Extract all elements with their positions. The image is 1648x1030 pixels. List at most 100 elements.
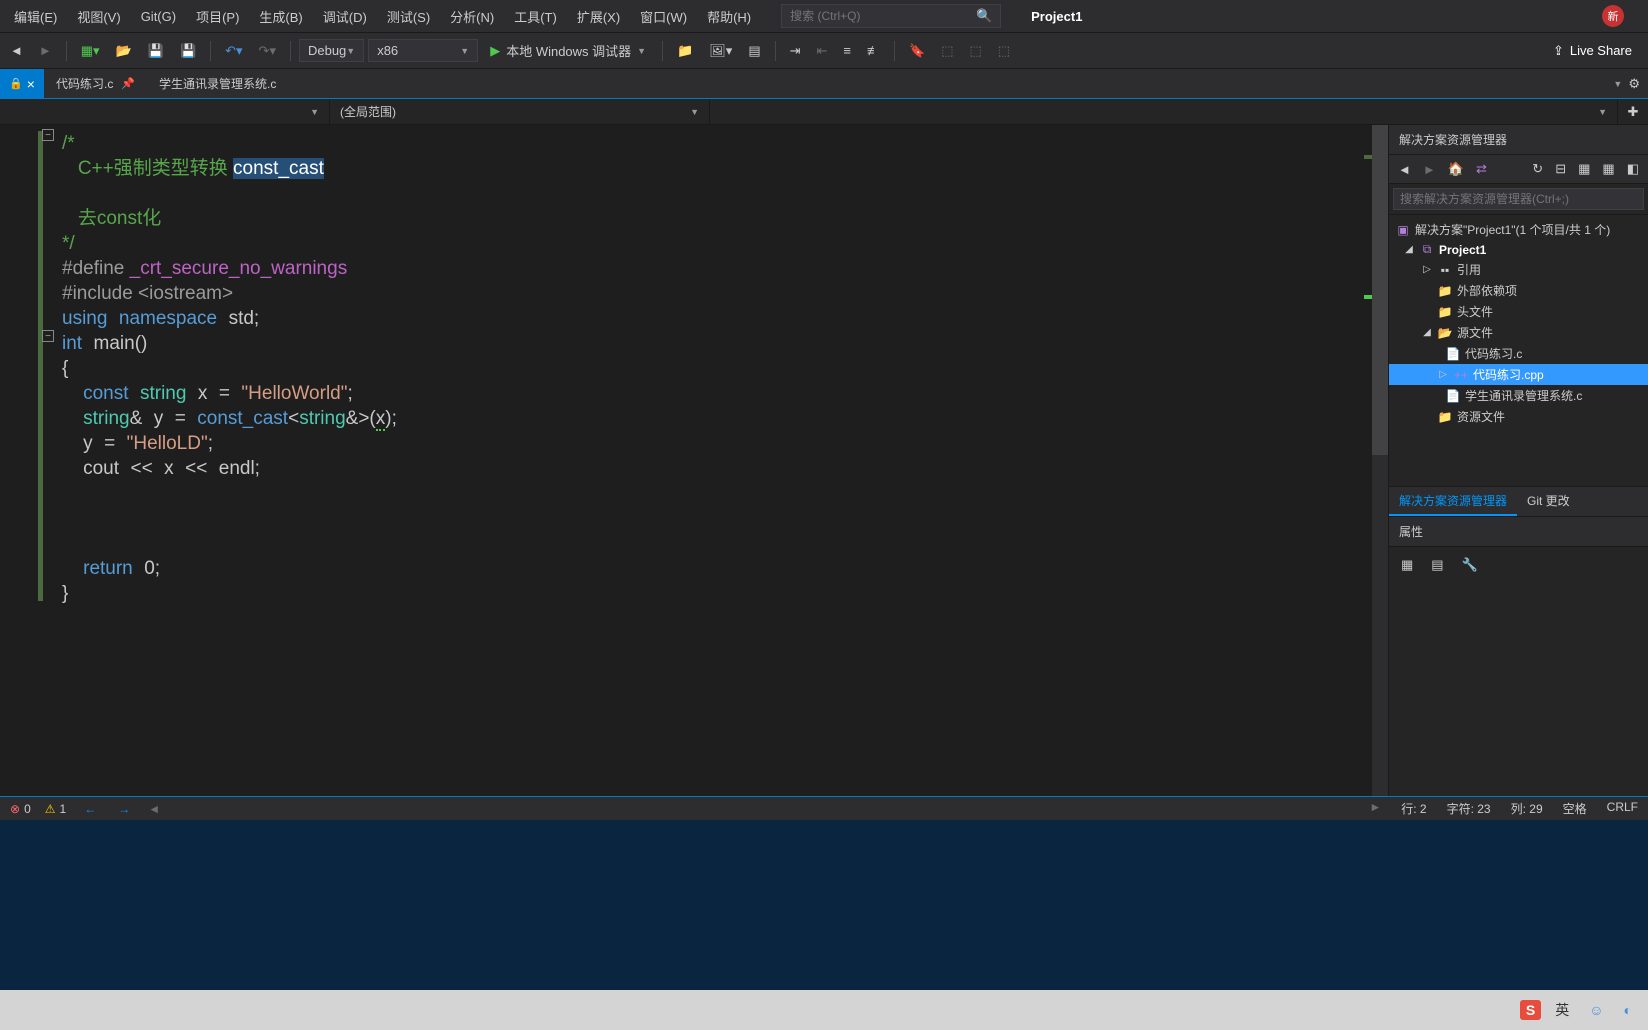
tool-icon-2[interactable]: 🖼▾	[703, 39, 738, 63]
menu-tools[interactable]: 工具(T)	[504, 1, 567, 32]
code-editor[interactable]: − − /* C++强制类型转换 const_cast 去const化 */ #…	[0, 125, 1388, 796]
status-col[interactable]: 列: 29	[1511, 800, 1543, 817]
alpha-icon[interactable]: ▤	[1425, 553, 1449, 577]
tab-git-changes[interactable]: Git 更改	[1517, 487, 1580, 516]
nav-scope-1[interactable]: ▼	[0, 99, 330, 124]
expand-arrow-icon[interactable]: ◢	[1421, 327, 1433, 338]
code-content[interactable]: /* C++强制类型转换 const_cast 去const化 */ #defi…	[56, 125, 1372, 796]
tree-references[interactable]: ▷ ▪▪ 引用	[1389, 259, 1648, 280]
menu-edit[interactable]: 编辑(E)	[4, 1, 67, 32]
menu-project[interactable]: 项目(P)	[186, 1, 249, 32]
ime-lang[interactable]: 英	[1549, 998, 1575, 1022]
tree-project[interactable]: ◢ ⧉ Project1	[1389, 240, 1648, 259]
menu-analyze[interactable]: 分析(N)	[440, 1, 504, 32]
forward-button[interactable]: ►	[33, 39, 58, 62]
uncomment-button[interactable]: ≢	[861, 39, 886, 62]
explorer-search-input[interactable]	[1393, 188, 1644, 210]
bookmark-button[interactable]: 🔖	[903, 39, 931, 63]
status-indent[interactable]: 空格	[1563, 800, 1587, 817]
tab-settings-icon[interactable]: ⚙	[1628, 76, 1640, 92]
menu-help[interactable]: 帮助(H)	[697, 1, 761, 32]
menu-git[interactable]: Git(G)	[131, 3, 186, 30]
back-button[interactable]: ◄	[4, 39, 29, 62]
nav-back-icon[interactable]: ◄	[1395, 160, 1414, 179]
collapse-icon[interactable]: ⊟	[1552, 159, 1569, 179]
status-char[interactable]: 字符: 23	[1447, 800, 1491, 817]
tree-resources[interactable]: 📁 资源文件	[1389, 406, 1648, 427]
vertical-scrollbar[interactable]	[1372, 125, 1388, 796]
next-issue[interactable]: →	[114, 802, 134, 816]
status-line[interactable]: 行: 2	[1401, 800, 1426, 817]
error-count[interactable]: ⊗ 0	[10, 802, 31, 816]
menu-test[interactable]: 测试(S)	[377, 1, 440, 32]
new-button[interactable]: ▦▾	[75, 39, 106, 63]
search-input[interactable]	[790, 9, 976, 23]
nav-fwd-icon[interactable]: ►	[1420, 160, 1439, 179]
tray-icon-1[interactable]: ☺	[1583, 1000, 1609, 1020]
notification-badge[interactable]: 新	[1602, 5, 1624, 27]
open-button[interactable]: 📂	[110, 39, 138, 63]
scroll-left[interactable]: ◄	[148, 802, 160, 816]
scroll-right[interactable]: ►	[1369, 800, 1381, 817]
categorize-icon[interactable]: ▦	[1395, 553, 1419, 577]
config-dropdown[interactable]: Debug▼	[299, 39, 364, 62]
live-share-button[interactable]: ⇪ Live Share	[1541, 39, 1644, 63]
tool-icon-6[interactable]: ⬚	[935, 39, 959, 63]
nav-scope-3[interactable]: ▼	[710, 99, 1618, 124]
explorer-search[interactable]	[1389, 184, 1648, 215]
tree-external[interactable]: 📁 外部依赖项	[1389, 280, 1648, 301]
sync-icon[interactable]: ⇄	[1473, 159, 1490, 179]
expand-arrow-icon[interactable]: ◢	[1403, 244, 1415, 255]
ime-icon[interactable]: S	[1520, 1000, 1541, 1020]
tab-close-button[interactable]: ×	[27, 76, 35, 92]
tab-file-2[interactable]: 学生通讯录管理系统.c	[147, 69, 288, 99]
collapse-arrow-icon[interactable]: ▷	[1421, 264, 1433, 275]
tool-icon-1[interactable]: 📁	[671, 39, 699, 63]
menu-extensions[interactable]: 扩展(X)	[567, 1, 630, 32]
tab-overflow[interactable]: ▼	[1613, 79, 1622, 89]
redo-button[interactable]: ↷▾	[253, 39, 282, 63]
start-debug-button[interactable]: ▶ 本地 Windows 调试器 ▼	[482, 37, 654, 64]
menu-debug[interactable]: 调试(D)	[313, 1, 377, 32]
properties-icon[interactable]: ▦	[1599, 159, 1617, 179]
tree-sources[interactable]: ◢ 📂 源文件	[1389, 322, 1648, 343]
menu-build[interactable]: 生成(B)	[249, 1, 312, 32]
show-all-icon[interactable]: ▦	[1575, 159, 1593, 179]
tab-file-1[interactable]: 代码练习.c 📌	[44, 69, 147, 99]
fold-button[interactable]: −	[42, 129, 54, 141]
tab-solution-explorer[interactable]: 解决方案资源管理器	[1389, 487, 1517, 516]
menu-view[interactable]: 视图(V)	[67, 1, 130, 32]
nav-add-button[interactable]: ✚	[1618, 99, 1648, 124]
refresh-icon[interactable]: ↻	[1529, 159, 1546, 179]
tree-file-c2[interactable]: 📄 学生通讯录管理系统.c	[1389, 385, 1648, 406]
tray-icon-2[interactable]: ◐	[1618, 1000, 1638, 1020]
tool-icon-3[interactable]: ▤	[742, 39, 766, 63]
tree-headers[interactable]: 📁 头文件	[1389, 301, 1648, 322]
save-button[interactable]: 💾	[142, 39, 170, 63]
tool-icon-4[interactable]: ⇥	[784, 39, 807, 63]
platform-dropdown[interactable]: x86▼	[368, 39, 478, 62]
wrench-icon[interactable]: 🔧	[1456, 553, 1484, 577]
comment-button[interactable]: ≡	[837, 39, 857, 62]
nav-scope-2[interactable]: (全局范围)▼	[330, 99, 710, 124]
menu-window[interactable]: 窗口(W)	[630, 1, 697, 32]
tool-icon-8[interactable]: ⬚	[992, 39, 1016, 63]
fold-button[interactable]: −	[42, 330, 54, 342]
home-icon[interactable]: 🏠	[1445, 159, 1467, 179]
tool-icon-5[interactable]: ⇤	[811, 39, 834, 63]
status-ending[interactable]: CRLF	[1607, 800, 1638, 817]
global-search[interactable]: 🔍	[781, 4, 1001, 28]
tree-solution-root[interactable]: ▣ 解决方案"Project1"(1 个项目/共 1 个)	[1389, 219, 1648, 240]
save-all-button[interactable]: 💾	[174, 39, 202, 63]
bottom-area: S 英 ☺ ◐	[0, 820, 1648, 1030]
warning-count[interactable]: ⚠ 1	[45, 802, 66, 816]
prev-issue[interactable]: ←	[80, 802, 100, 816]
tree-file-cpp[interactable]: ▷ ++ 代码练习.cpp	[1389, 364, 1648, 385]
collapse-arrow-icon[interactable]: ▷	[1437, 369, 1449, 380]
preview-icon[interactable]: ◧	[1624, 159, 1642, 179]
solution-tree[interactable]: ▣ 解决方案"Project1"(1 个项目/共 1 个) ◢ ⧉ Projec…	[1389, 215, 1648, 486]
undo-button[interactable]: ↶▾	[219, 39, 248, 63]
tab-active-cpp[interactable]: 🔒 ×	[0, 69, 44, 99]
tree-file-c[interactable]: 📄 代码练习.c	[1389, 343, 1648, 364]
tool-icon-7[interactable]: ⬚	[964, 39, 988, 63]
